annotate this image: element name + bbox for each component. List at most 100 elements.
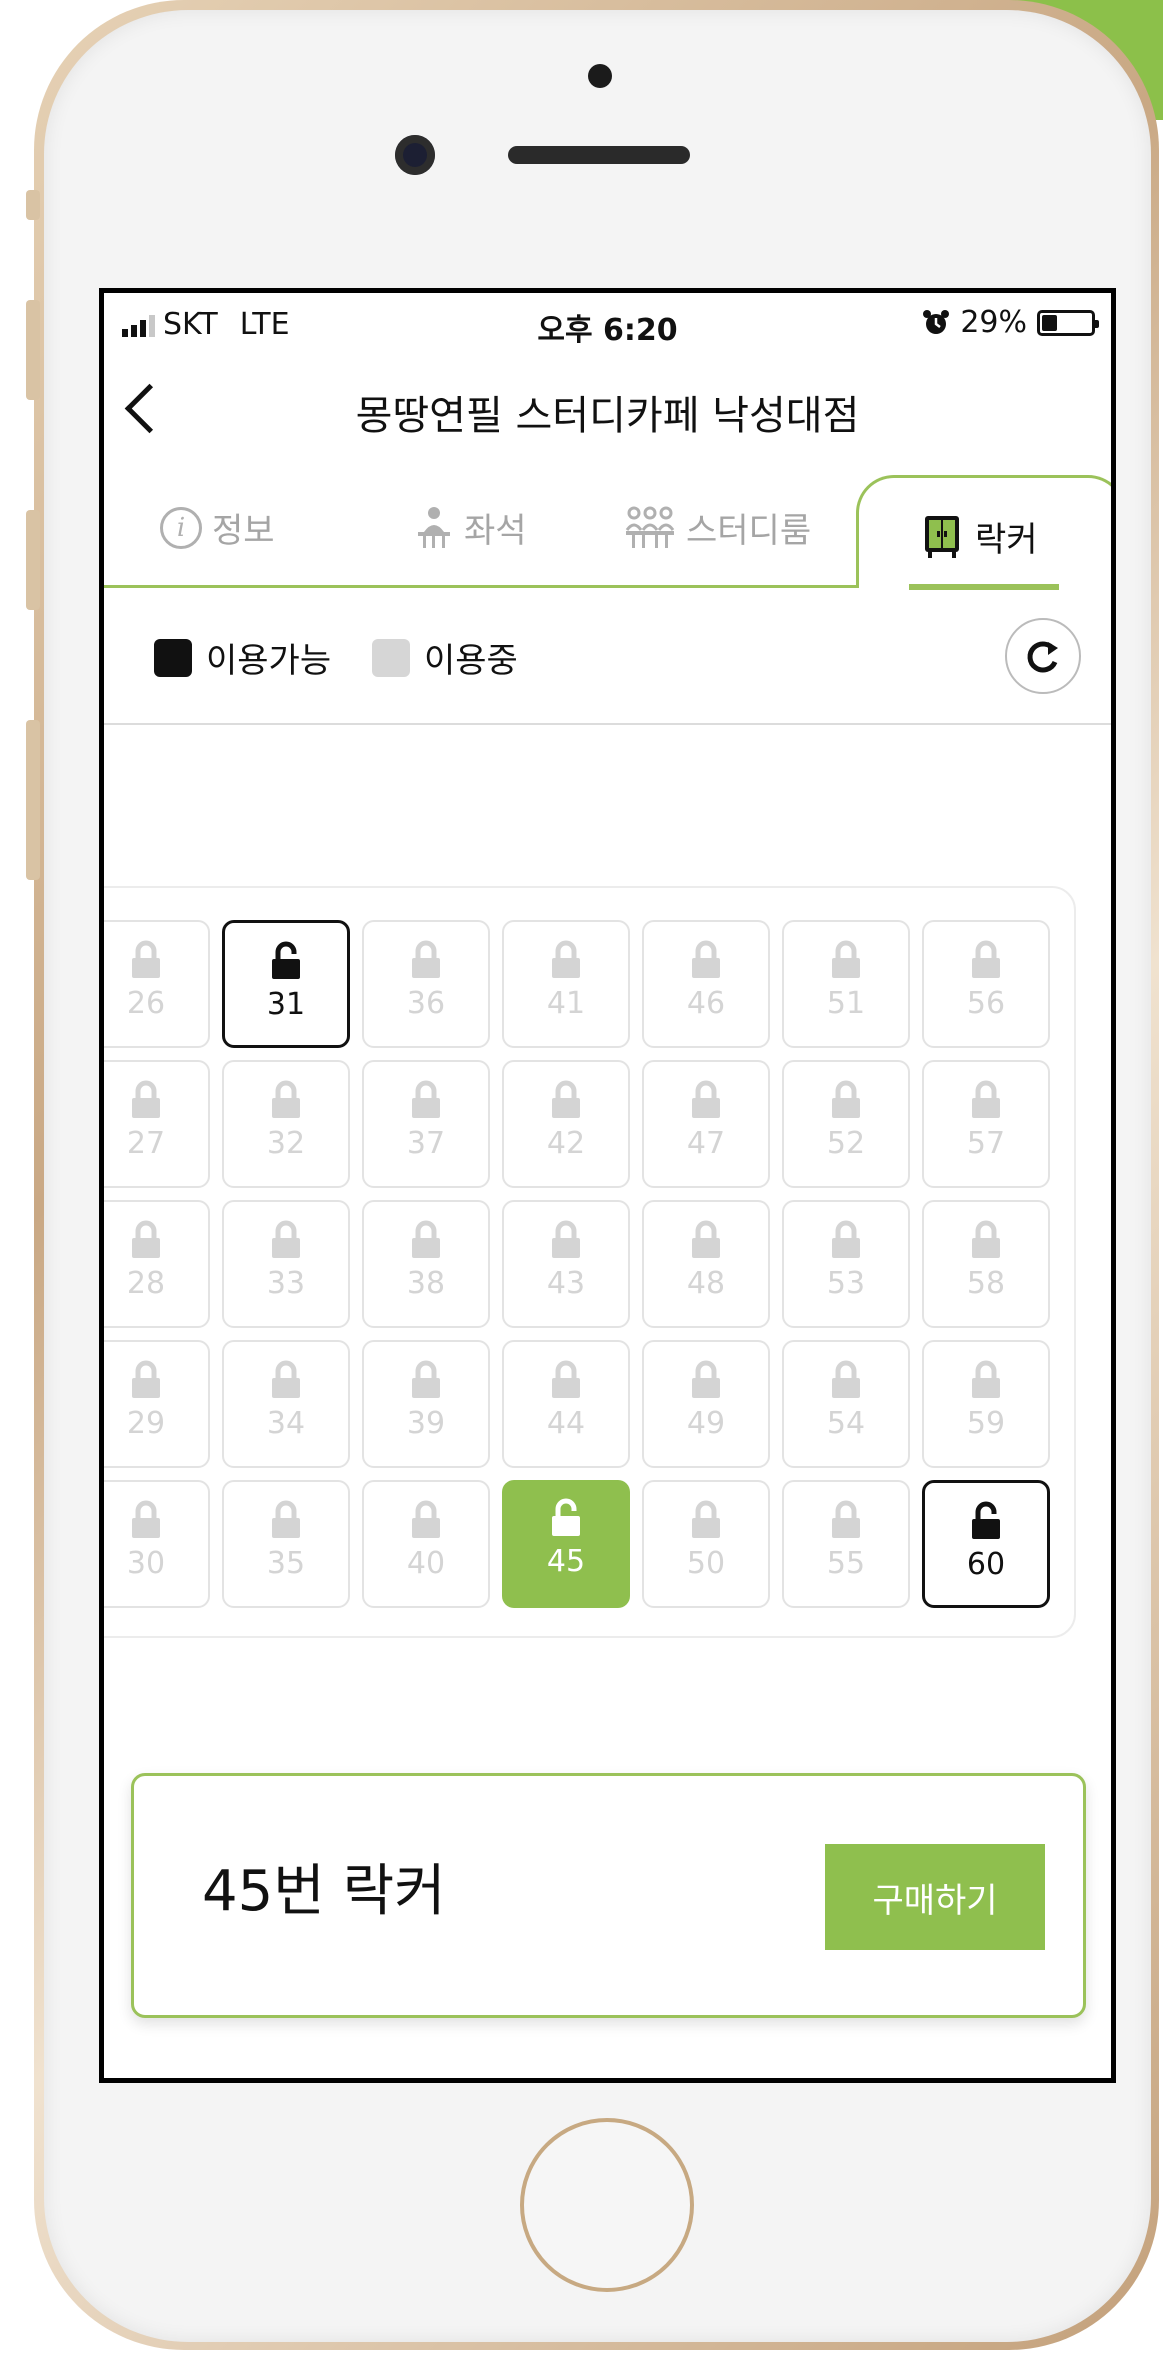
locker-cell-49[interactable]: 49 bbox=[642, 1340, 770, 1468]
locker-cell-48[interactable]: 48 bbox=[642, 1200, 770, 1328]
locker-cell-27[interactable]: 27 bbox=[104, 1060, 210, 1188]
locker-cell-45[interactable]: 45 bbox=[502, 1480, 630, 1608]
lock-icon bbox=[129, 1500, 163, 1544]
locker-cell-41[interactable]: 41 bbox=[502, 920, 630, 1048]
locker-cell-60[interactable]: 60 bbox=[922, 1480, 1050, 1608]
lock-icon bbox=[829, 1360, 863, 1404]
locker-cell-46[interactable]: 46 bbox=[642, 920, 770, 1048]
locker-cell-36[interactable]: 36 bbox=[362, 920, 490, 1048]
lock-icon bbox=[129, 1080, 163, 1124]
locker-number: 43 bbox=[546, 1266, 586, 1301]
locker-cell-32[interactable]: 32 bbox=[222, 1060, 350, 1188]
locker-number: 53 bbox=[826, 1266, 866, 1301]
front-camera bbox=[395, 135, 435, 175]
purchase-button[interactable]: 구매하기 bbox=[825, 1844, 1045, 1950]
battery-icon bbox=[1037, 309, 1099, 336]
locker-number: 33 bbox=[266, 1266, 306, 1301]
locker-cell-38[interactable]: 38 bbox=[362, 1200, 490, 1328]
locker-number: 49 bbox=[686, 1406, 726, 1441]
locker-cell-56[interactable]: 56 bbox=[922, 920, 1050, 1048]
info-icon: i bbox=[160, 506, 202, 549]
lock-icon bbox=[969, 940, 1003, 984]
locker-cell-42[interactable]: 42 bbox=[502, 1060, 630, 1188]
locker-cell-33[interactable]: 33 bbox=[222, 1200, 350, 1328]
proximity-sensor bbox=[588, 64, 612, 88]
lock-icon bbox=[409, 1500, 443, 1544]
locker-cell-59[interactable]: 59 bbox=[922, 1340, 1050, 1468]
tab-bar: i 정보 좌석 스터디룸 락커 bbox=[104, 463, 1111, 590]
locker-cell-35[interactable]: 35 bbox=[222, 1480, 350, 1608]
lock-icon bbox=[689, 940, 723, 984]
lock-icon bbox=[969, 1080, 1003, 1124]
locker-number: 39 bbox=[406, 1406, 446, 1441]
locker-number: 52 bbox=[826, 1126, 866, 1161]
locker-cell-39[interactable]: 39 bbox=[362, 1340, 490, 1468]
app-screen: SKT LTE 오후 6:20 29% 몽땅연필 스터디카페 낙성대점 i 정보 bbox=[99, 288, 1116, 2083]
unlocked-icon bbox=[549, 1498, 583, 1542]
unlocked-icon bbox=[269, 941, 303, 985]
selection-panel: 45번 락커 구매하기 bbox=[131, 1773, 1086, 2018]
page-title: 몽땅연필 스터디카페 낙성대점 bbox=[355, 393, 860, 439]
locker-cell-52[interactable]: 52 bbox=[782, 1060, 910, 1188]
volume-up-button bbox=[26, 300, 40, 400]
locker-cell-30[interactable]: 30 bbox=[104, 1480, 210, 1608]
locker-cell-34[interactable]: 34 bbox=[222, 1340, 350, 1468]
locker-cell-37[interactable]: 37 bbox=[362, 1060, 490, 1188]
locker-cell-58[interactable]: 58 bbox=[922, 1200, 1050, 1328]
earpiece-speaker bbox=[508, 146, 690, 164]
lock-icon bbox=[689, 1500, 723, 1544]
mute-switch bbox=[26, 190, 40, 220]
locker-number: 45 bbox=[546, 1544, 586, 1579]
locker-cell-29[interactable]: 29 bbox=[104, 1340, 210, 1468]
locker-icon bbox=[925, 515, 959, 558]
lock-icon bbox=[409, 1360, 443, 1404]
tab-locker-label: 락커 bbox=[975, 520, 1038, 560]
home-button[interactable] bbox=[520, 2118, 694, 2292]
tab-locker[interactable]: 락커 bbox=[856, 475, 1111, 590]
locker-cell-54[interactable]: 54 bbox=[782, 1340, 910, 1468]
locker-grid: 26 27 28 29 30 31 32 33 34 35 36 37 38 39 40 41 42 43 44 45… bbox=[104, 886, 1076, 1638]
tab-seat[interactable]: 좌석 bbox=[414, 503, 527, 552]
locker-cell-55[interactable]: 55 bbox=[782, 1480, 910, 1608]
legend-bar: 이용가능 이용중 bbox=[104, 588, 1111, 725]
locker-cell-57[interactable]: 57 bbox=[922, 1060, 1050, 1188]
locker-number: 47 bbox=[686, 1126, 726, 1161]
locker-cell-53[interactable]: 53 bbox=[782, 1200, 910, 1328]
refresh-icon bbox=[1027, 641, 1058, 673]
nav-bar: 몽땅연필 스터디카페 낙성대점 bbox=[104, 353, 1111, 463]
locker-cell-51[interactable]: 51 bbox=[782, 920, 910, 1048]
tab-studyroom[interactable]: 스터디룸 bbox=[624, 503, 811, 552]
locker-number: 41 bbox=[546, 986, 586, 1021]
lock-icon bbox=[409, 1220, 443, 1264]
locker-number: 29 bbox=[126, 1406, 166, 1441]
locker-number: 26 bbox=[126, 986, 166, 1021]
group-icon bbox=[625, 506, 675, 548]
lock-icon bbox=[129, 1220, 163, 1264]
locker-cell-43[interactable]: 43 bbox=[502, 1200, 630, 1328]
alarm-icon bbox=[923, 309, 950, 334]
locker-cell-26[interactable]: 26 bbox=[104, 920, 210, 1048]
locker-cell-47[interactable]: 47 bbox=[642, 1060, 770, 1188]
locker-number: 35 bbox=[266, 1546, 306, 1581]
legend-available-swatch bbox=[154, 638, 192, 677]
lock-icon bbox=[269, 1220, 303, 1264]
tab-studyroom-label: 스터디룸 bbox=[686, 511, 812, 551]
locker-number: 38 bbox=[406, 1266, 446, 1301]
lock-icon bbox=[549, 1220, 583, 1264]
lock-icon bbox=[689, 1360, 723, 1404]
side-button bbox=[26, 720, 40, 880]
refresh-button[interactable] bbox=[1005, 618, 1081, 694]
locker-number: 57 bbox=[966, 1126, 1006, 1161]
legend-available-label: 이용가능 bbox=[206, 641, 332, 681]
locker-cell-50[interactable]: 50 bbox=[642, 1480, 770, 1608]
locker-cell-28[interactable]: 28 bbox=[104, 1200, 210, 1328]
locker-cell-31[interactable]: 31 bbox=[222, 920, 350, 1048]
lock-icon bbox=[549, 940, 583, 984]
locker-number: 31 bbox=[266, 987, 306, 1022]
locker-cell-44[interactable]: 44 bbox=[502, 1340, 630, 1468]
locker-cell-40[interactable]: 40 bbox=[362, 1480, 490, 1608]
selected-locker-title: 45번 락커 bbox=[202, 1859, 446, 1924]
lock-icon bbox=[829, 940, 863, 984]
tab-info[interactable]: i 정보 bbox=[160, 503, 275, 552]
locker-number: 42 bbox=[546, 1126, 586, 1161]
